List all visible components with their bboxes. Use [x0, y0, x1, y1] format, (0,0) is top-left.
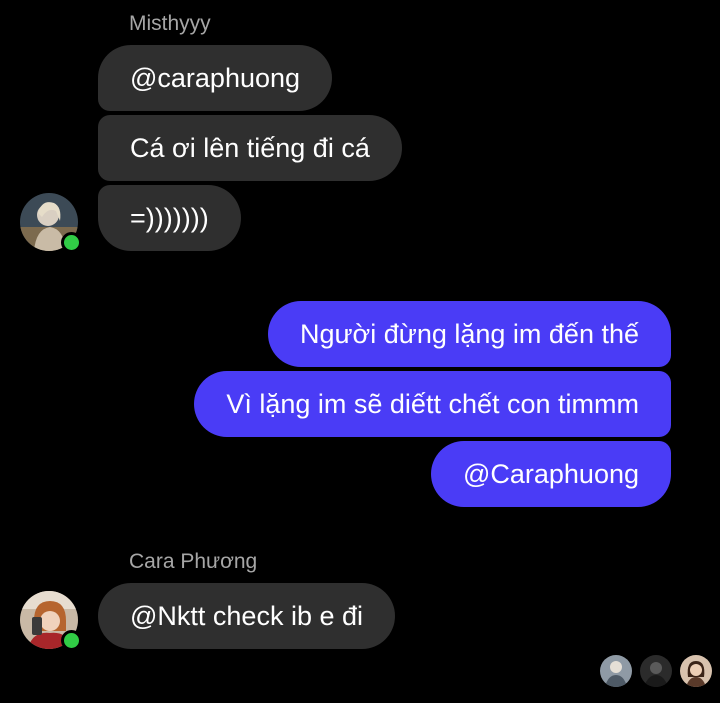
message-text: @caraphuong: [130, 62, 301, 93]
seen-avatar-1-icon: [600, 655, 632, 687]
sender-name: Misthyyy: [129, 12, 211, 35]
message-bubble[interactable]: Cá ơi lên tiếng đi cá: [98, 115, 402, 181]
message-bubble[interactable]: Người đừng lặng im đến thế: [267, 301, 671, 367]
message-text: Cá ơi lên tiếng đi cá: [130, 132, 370, 163]
message-bubble[interactable]: Vì lặng im sẽ diếtt chết con timmm: [194, 371, 671, 437]
online-status-dot: [61, 232, 82, 253]
seen-avatar[interactable]: [600, 655, 632, 687]
message-text: =))))))): [130, 202, 209, 233]
message-bubble[interactable]: @caraphuong: [98, 45, 333, 111]
message-text: Người đừng lặng im đến thế: [299, 318, 639, 349]
message-text: @Nktt check ib e đi: [130, 600, 363, 631]
seen-avatar-2-icon: [640, 655, 672, 687]
avatar[interactable]: [20, 193, 82, 253]
message-bubble[interactable]: =))))))): [98, 185, 241, 251]
message-bubble[interactable]: @Nktt check ib e đi: [98, 583, 395, 649]
avatar[interactable]: [20, 591, 82, 651]
online-status-dot: [61, 630, 82, 651]
seen-avatar[interactable]: [680, 655, 712, 687]
seen-avatar-3-icon: [680, 655, 712, 687]
sender-name: Cara Phương: [129, 550, 258, 573]
message-text: @Caraphuong: [462, 458, 639, 489]
message-text: Vì lặng im sẽ diếtt chết con timmm: [226, 388, 639, 419]
seen-avatar[interactable]: [640, 655, 672, 687]
message-bubble[interactable]: @Caraphuong: [430, 441, 671, 507]
